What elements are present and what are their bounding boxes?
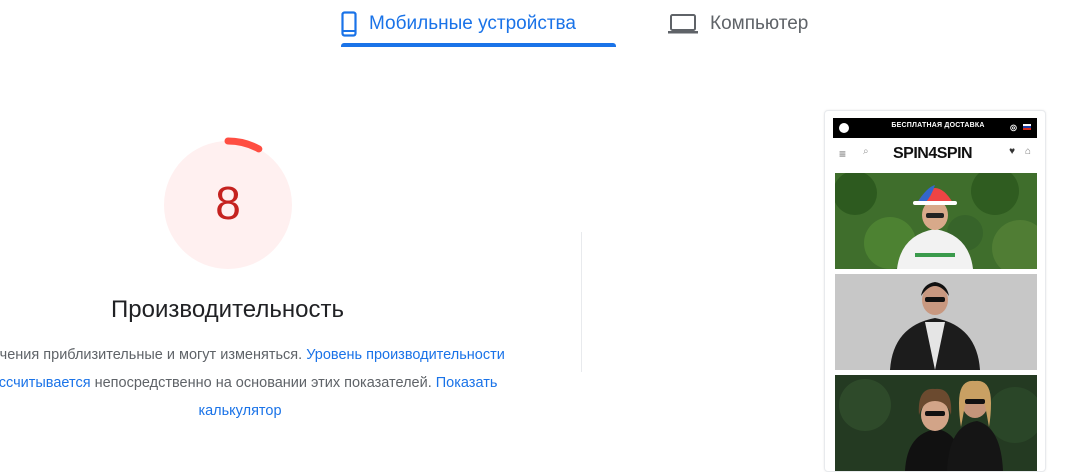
promo-bar: БЕСПЛАТНАЯ ДОСТАВКА ◎	[833, 118, 1037, 138]
performance-score: 8	[215, 177, 241, 229]
promo-text: БЕСПЛАТНАЯ ДОСТАВКА	[891, 122, 985, 129]
product-photo-2	[835, 274, 1037, 370]
tab-desktop-label: Компьютер	[710, 13, 809, 34]
product-photo-3	[835, 375, 1037, 471]
search-icon: ⌕	[863, 146, 869, 157]
product-photo-1	[835, 173, 1037, 269]
laptop-icon	[668, 14, 698, 34]
flag-icon	[1023, 124, 1031, 130]
metric-title: Производительность	[111, 296, 344, 323]
heart-icon: ♥	[1009, 146, 1015, 157]
desc-text-2: непосредственно на основании этих показа…	[90, 375, 436, 391]
site-header: ≡ ⌕ SPIN4SPIN ♥ ⌂	[833, 141, 1037, 167]
info-icon	[839, 123, 849, 133]
promo-icons: ◎	[1010, 123, 1031, 132]
whatsapp-icon: ◎	[1010, 123, 1017, 132]
mobile-screenshot-preview: БЕСПЛАТНАЯ ДОСТАВКА ◎ ≡ ⌕ SPIN4SPIN ♥ ⌂	[824, 110, 1046, 472]
metric-description: Значения приблизительные и могут изменят…	[0, 341, 520, 425]
site-logo: SPIN4SPIN	[893, 145, 973, 162]
tab-mobile-label: Мобильные устройства	[369, 13, 576, 34]
divider	[581, 232, 582, 372]
bag-icon: ⌂	[1024, 146, 1031, 157]
tab-desktop[interactable]: Компьютер	[668, 0, 808, 48]
desc-text-1: Значения приблизительные и могут изменят…	[0, 347, 307, 363]
tab-mobile[interactable]: Мобильные устройства	[341, 0, 576, 48]
active-tab-indicator	[341, 43, 616, 47]
hamburger-menu-icon: ≡	[839, 147, 847, 161]
smartphone-icon	[341, 11, 357, 37]
